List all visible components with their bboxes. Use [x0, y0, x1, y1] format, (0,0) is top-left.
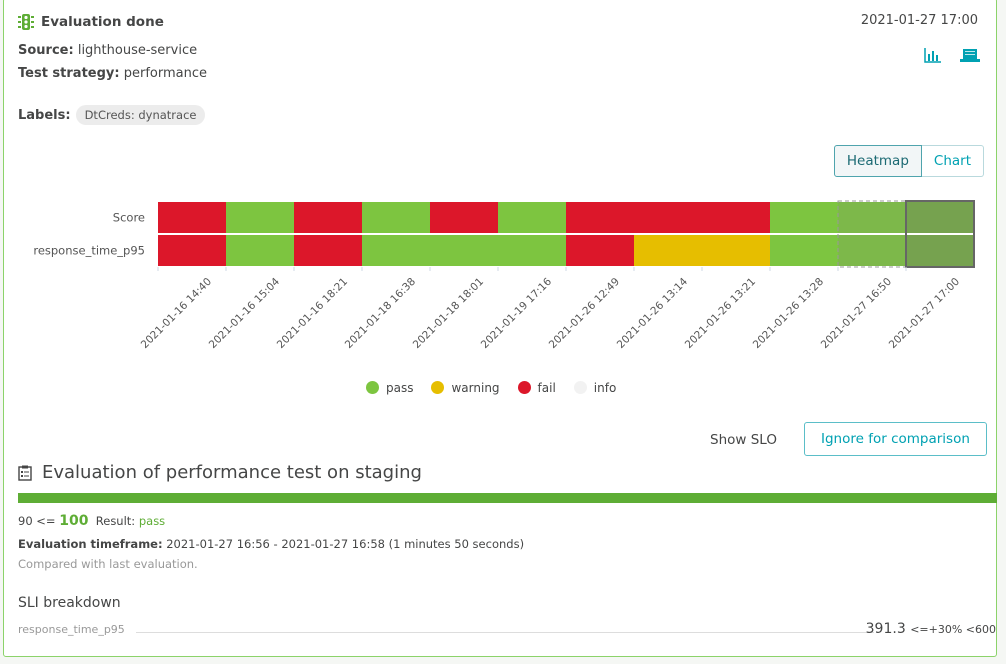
x-tick-label: 2021-01-18 16:38: [343, 276, 418, 351]
heatmap-cell[interactable]: [294, 202, 362, 233]
source-label: Source:: [18, 43, 74, 58]
sli-value: 391.3 <=+30% <600: [866, 621, 996, 637]
heatmap-cell[interactable]: [430, 235, 498, 266]
x-tick-label: 2021-01-26 13:14: [615, 275, 691, 351]
evaluation-heading-text: Evaluation of performance test on stagin…: [42, 462, 422, 483]
legend-dot: [431, 381, 445, 394]
title-text: Evaluation done: [41, 14, 164, 30]
legend-item-warning[interactable]: warning: [431, 381, 500, 395]
heatmap-chart: Scoreresponse_time_p952021-01-16 14:4020…: [33, 200, 975, 351]
heatmap-cell[interactable]: [430, 202, 498, 233]
result-value: pass: [138, 514, 166, 528]
tab-heatmap[interactable]: Heatmap: [833, 145, 922, 177]
x-tick-label: 2021-01-16 15:04: [207, 275, 283, 351]
heatmap-cell[interactable]: [770, 235, 838, 266]
laptop-icon[interactable]: [960, 47, 980, 67]
compared-note: Compared with last evaluation.: [18, 557, 198, 571]
label-chip: DtCreds: dynatrace: [75, 105, 206, 125]
heatmap-cell[interactable]: [158, 235, 226, 266]
heatmap-cell[interactable]: [294, 235, 362, 266]
row-label: response_time_p95: [33, 244, 145, 258]
heatmap-cell[interactable]: [566, 202, 634, 233]
legend-label: info: [593, 381, 617, 395]
heatmap-cell[interactable]: [770, 202, 838, 233]
show-slo-link[interactable]: Show SLO: [710, 432, 777, 448]
clipboard-icon: [18, 465, 32, 481]
heatmap-cell[interactable]: [158, 202, 226, 233]
x-tick-label: 2021-01-16 14:40: [139, 276, 214, 351]
heatmap-cell[interactable]: [362, 202, 430, 233]
score-line: 90 <= 100 Result: pass: [18, 513, 165, 529]
heatmap-cell[interactable]: [566, 235, 634, 266]
x-tick-label: 2021-01-27 17:00: [887, 276, 962, 351]
x-tick-label: 2021-01-19 17:16: [479, 275, 555, 351]
bar-chart-icon[interactable]: [924, 47, 942, 67]
legend-dot: [517, 381, 531, 394]
legend-item-pass[interactable]: pass: [366, 381, 413, 395]
timeframe-label: Evaluation timeframe:: [18, 537, 163, 551]
x-tick-label: 2021-01-26 13:21: [683, 276, 758, 351]
x-tick-label: 2021-01-18 18:01: [411, 276, 486, 351]
tab-chart[interactable]: Chart: [921, 145, 984, 177]
sli-name: response_time_p95: [18, 623, 125, 636]
heatmap-cell[interactable]: [906, 202, 974, 233]
heatmap-cell[interactable]: [226, 202, 294, 233]
heatmap-cell[interactable]: [838, 235, 906, 266]
strategy-label: Test strategy:: [18, 66, 120, 81]
labels-line: Labels: DtCreds: dynatrace: [18, 105, 206, 125]
score-bar: [18, 493, 997, 503]
heatmap-cell[interactable]: [498, 235, 566, 266]
evaluation-title: Evaluation done: [18, 13, 164, 31]
legend-label: fail: [537, 381, 556, 395]
source-value: lighthouse-service: [77, 43, 198, 58]
heatmap-cell[interactable]: [498, 202, 566, 233]
x-tick-label: 2021-01-16 18:21: [275, 276, 350, 351]
legend-label: pass: [386, 381, 414, 395]
row-label: Score: [113, 211, 145, 225]
result-label: Result:: [95, 514, 136, 528]
ignore-comparison-button[interactable]: Ignore for comparison: [804, 422, 987, 456]
sli-breakdown-title: SLI breakdown: [18, 595, 121, 611]
strategy-value: performance: [123, 66, 207, 81]
legend: pass warning fail info: [366, 381, 616, 395]
score-value: 100: [59, 513, 89, 529]
evaluation-card: Evaluation done Source: lighthouse-servi…: [3, 0, 997, 657]
heatmap-cell[interactable]: [702, 202, 770, 233]
view-toggle: Heatmap Chart: [833, 145, 984, 177]
heatmap-cell[interactable]: [634, 235, 702, 266]
sli-value-number: 391.3: [865, 621, 906, 637]
legend-item-info[interactable]: info: [573, 381, 617, 395]
strategy-line: Test strategy: performance: [18, 66, 207, 81]
traffic-light-icon: [18, 14, 34, 30]
labels-label: Labels:: [18, 108, 71, 123]
legend-item-fail[interactable]: fail: [517, 381, 556, 395]
source-line: Source: lighthouse-service: [18, 43, 197, 58]
heatmap-cell[interactable]: [634, 202, 702, 233]
heatmap-cell[interactable]: [906, 235, 974, 266]
timeframe-value: 2021-01-27 16:56 - 2021-01-27 16:58 (1 m…: [166, 537, 525, 551]
sli-row[interactable]: response_time_p95 391.3 <=+30% <600: [18, 621, 996, 639]
evaluation-date: 2021-01-27 17:00: [860, 13, 978, 28]
heatmap-cell[interactable]: [838, 202, 906, 233]
legend-dot: [366, 381, 379, 394]
x-tick-label: 2021-01-26 12:49: [547, 276, 622, 351]
x-tick-label: 2021-01-27 16:50: [819, 276, 894, 351]
heatmap-cell[interactable]: [702, 235, 770, 266]
heatmap-cell[interactable]: [362, 235, 430, 266]
legend-label: warning: [451, 381, 500, 395]
score-threshold: 90 <=: [18, 514, 56, 528]
x-tick-label: 2021-01-26 13:28: [751, 276, 826, 351]
timeframe-line: Evaluation timeframe: 2021-01-27 16:56 -…: [18, 537, 524, 551]
heatmap-cell[interactable]: [226, 235, 294, 266]
sli-divider: [136, 632, 874, 633]
evaluation-heading: Evaluation of performance test on stagin…: [18, 462, 422, 483]
sli-criteria: <=+30% <600: [910, 623, 996, 636]
legend-dot: [573, 381, 587, 394]
